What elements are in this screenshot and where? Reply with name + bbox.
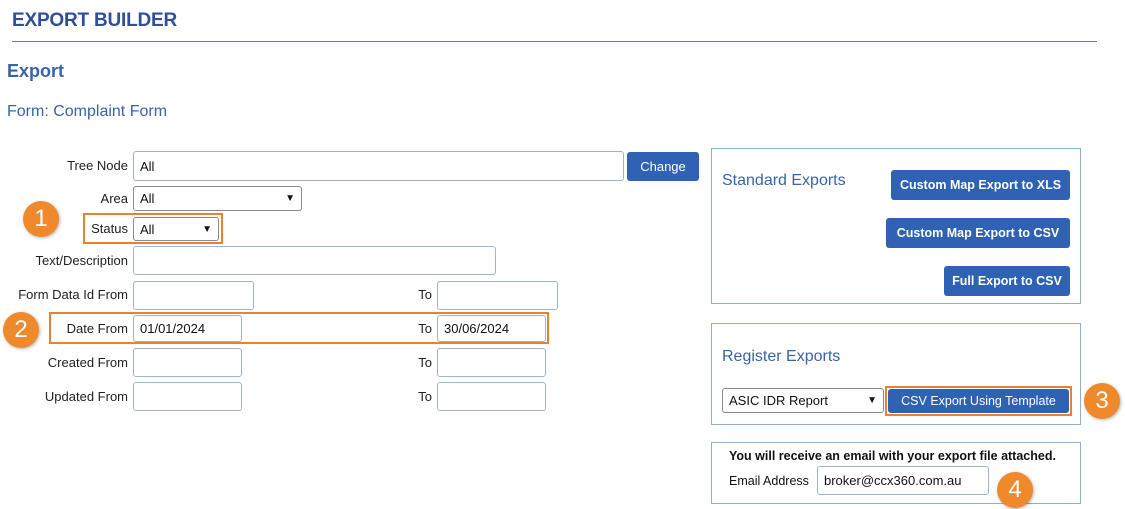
created-from-input[interactable] xyxy=(133,348,242,377)
updated-to-label: To xyxy=(418,389,432,404)
tree-node-input[interactable]: All xyxy=(133,151,624,181)
updated-from-input[interactable] xyxy=(133,382,242,411)
callout-badge-3: 3 xyxy=(1084,383,1120,419)
change-button[interactable]: Change xyxy=(627,152,699,181)
created-to-label: To xyxy=(418,355,432,370)
form-data-id-from-label: Form Data Id From xyxy=(18,287,128,302)
email-address-label: Email Address xyxy=(729,474,809,488)
page-title: EXPORT BUILDER xyxy=(12,10,178,31)
csv-export-template-button[interactable]: CSV Export Using Template xyxy=(888,389,1069,413)
callout-badge-1: 1 xyxy=(23,201,59,237)
title-divider xyxy=(12,41,1097,42)
custom-map-export-xls-button[interactable]: Custom Map Export to XLS xyxy=(891,170,1070,200)
updated-from-label: Updated From xyxy=(44,389,128,404)
form-data-id-to-label: To xyxy=(418,287,432,302)
tree-node-label: Tree Node xyxy=(67,158,128,173)
date-from-input[interactable]: 01/01/2024 xyxy=(133,315,242,342)
callout-badge-2: 2 xyxy=(3,312,39,348)
form-data-id-to-input[interactable] xyxy=(437,281,558,310)
created-from-label: Created From xyxy=(47,355,128,370)
text-description-label: Text/Description xyxy=(35,253,128,268)
standard-exports-title: Standard Exports xyxy=(722,172,846,189)
chevron-down-icon: ▼ xyxy=(867,395,877,406)
custom-map-export-csv-button[interactable]: Custom Map Export to CSV xyxy=(886,218,1070,248)
updated-to-input[interactable] xyxy=(437,382,546,411)
email-address-input[interactable]: broker@ccx360.com.au xyxy=(817,466,989,495)
chevron-down-icon: ▼ xyxy=(202,223,212,235)
text-description-input[interactable] xyxy=(133,246,496,275)
email-notice: You will receive an email with your expo… xyxy=(729,449,1056,463)
status-select-value: All xyxy=(140,221,155,237)
area-select[interactable]: All ▼ xyxy=(133,186,302,211)
section-heading: Export xyxy=(7,61,65,81)
register-report-select-value: ASIC IDR Report xyxy=(729,393,828,408)
form-label: Form: Complaint Form xyxy=(7,103,168,120)
date-to-input[interactable]: 30/06/2024 xyxy=(437,315,546,342)
chevron-down-icon: ▼ xyxy=(285,193,295,204)
callout-badge-4: 4 xyxy=(997,472,1033,508)
area-select-value: All xyxy=(140,191,155,206)
status-select[interactable]: All ▼ xyxy=(133,217,219,241)
register-report-select[interactable]: ASIC IDR Report ▼ xyxy=(722,388,884,413)
date-to-label: To xyxy=(418,321,432,336)
form-data-id-from-input[interactable] xyxy=(133,281,254,310)
register-exports-title: Register Exports xyxy=(722,348,841,365)
full-export-csv-button[interactable]: Full Export to CSV xyxy=(944,266,1070,296)
created-to-input[interactable] xyxy=(437,348,546,377)
